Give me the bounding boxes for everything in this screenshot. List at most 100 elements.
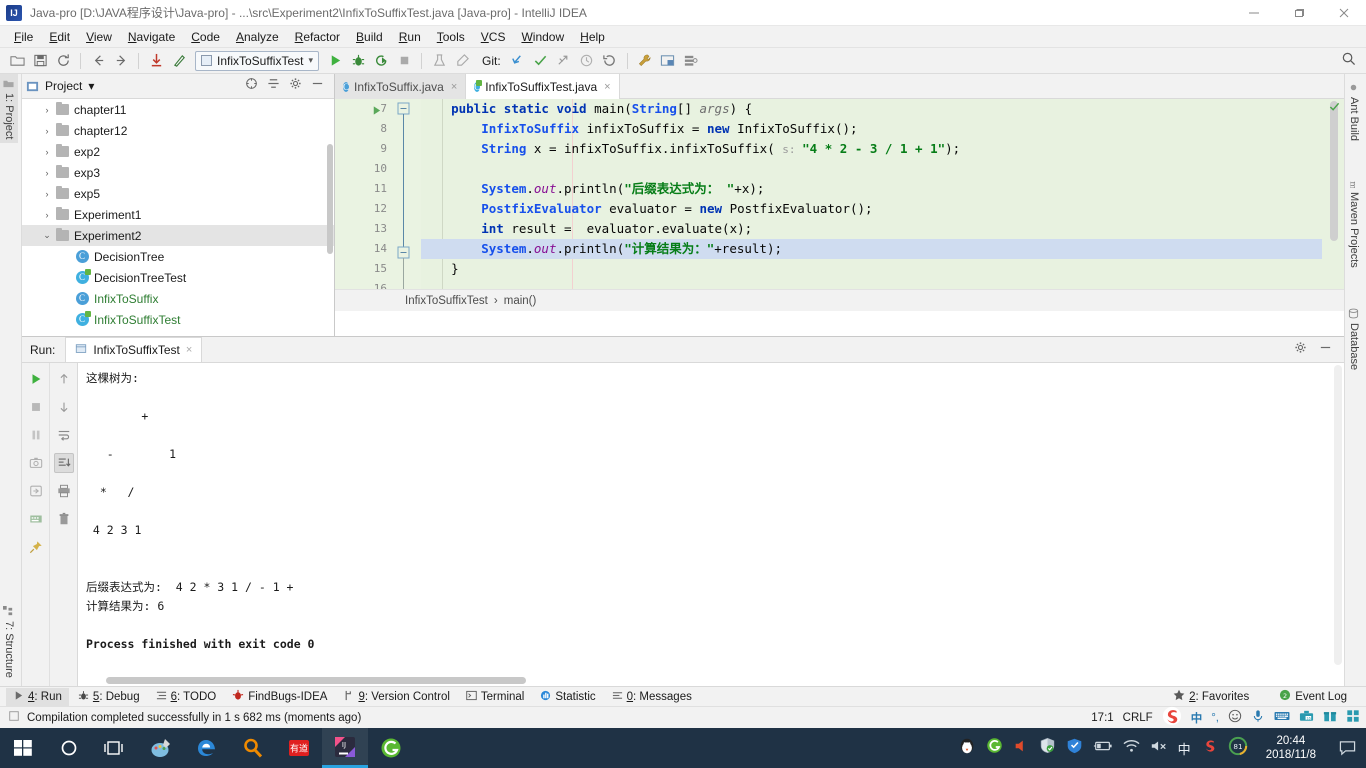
close-icon[interactable]: × <box>451 81 457 93</box>
security-score-icon[interactable]: 81 <box>1228 736 1248 761</box>
profiler-icon[interactable] <box>428 50 450 72</box>
run-coverage-icon[interactable] <box>370 50 392 72</box>
tree-node-experiment1[interactable]: › Experiment1 <box>22 204 334 225</box>
tree-node-decisiontree[interactable]: C DecisionTree <box>22 246 334 267</box>
stop-icon[interactable] <box>393 50 415 72</box>
console-vertical-scrollbar[interactable] <box>1334 365 1342 665</box>
maximize-icon[interactable] <box>1276 0 1321 26</box>
close-icon[interactable]: × <box>604 81 610 93</box>
chevron-right-icon[interactable]: › <box>40 126 54 136</box>
sidebar-item-structure[interactable]: 7: Structure <box>0 602 18 682</box>
run-gutter-icon[interactable] <box>371 103 382 121</box>
apps-icon[interactable] <box>1346 709 1360 726</box>
dump-threads-icon[interactable] <box>26 453 46 473</box>
rerun-icon[interactable] <box>26 369 46 389</box>
sidebar-item-database[interactable]: Database <box>1345 304 1363 374</box>
bottom-tab-terminal[interactable]: Terminal <box>459 688 531 706</box>
shield-blue-icon[interactable] <box>1066 737 1083 759</box>
paint-icon[interactable] <box>138 728 184 768</box>
run-configuration-selector[interactable]: InfixToSuffixTest ▾ <box>195 50 320 71</box>
chevron-right-icon[interactable]: › <box>40 210 54 220</box>
menu-item-window[interactable]: Window <box>513 28 572 46</box>
chevron-right-icon[interactable]: › <box>40 105 54 115</box>
soft-wrap-icon[interactable] <box>54 425 74 445</box>
git-push-icon[interactable] <box>553 50 575 72</box>
code-line[interactable]: InfixToSuffix infixToSuffix = new InfixT… <box>421 119 1322 139</box>
print-icon[interactable] <box>54 481 74 501</box>
toolbox-icon[interactable]: 16 <box>1299 709 1314 726</box>
settings-gear-icon[interactable] <box>289 77 302 95</box>
hide-icon[interactable] <box>311 77 324 95</box>
gift-icon[interactable] <box>1323 709 1337 726</box>
project-structure-icon[interactable] <box>657 50 679 72</box>
compile-icon[interactable] <box>168 50 190 72</box>
tree-node-chapter12[interactable]: › chapter12 <box>22 120 334 141</box>
menu-item-file[interactable]: File <box>6 28 41 46</box>
sdk-manager-icon[interactable] <box>680 50 702 72</box>
start-icon[interactable] <box>0 728 46 768</box>
everything-search-icon[interactable] <box>230 728 276 768</box>
settings-gear-icon[interactable] <box>1294 341 1307 359</box>
wifi-icon[interactable] <box>1123 739 1140 758</box>
task-view-icon[interactable] <box>92 728 138 768</box>
menu-item-analyze[interactable]: Analyze <box>228 28 287 46</box>
menu-item-view[interactable]: View <box>78 28 120 46</box>
pause-icon[interactable] <box>26 425 46 445</box>
sidebar-item-maven-projects[interactable]: m Maven Projects <box>1345 173 1363 272</box>
taskbar-clock[interactable]: 20:44 2018/11/8 <box>1258 734 1324 762</box>
editor-tab-infixtosuffixtest[interactable]: C InfixToSuffixTest.java × <box>466 74 620 99</box>
chinese-mode-icon[interactable]: 中 <box>1191 710 1203 726</box>
menu-item-build[interactable]: Build <box>348 28 391 46</box>
save-all-icon[interactable] <box>29 50 51 72</box>
project-tree[interactable]: › chapter11 › chapter12 › exp2 › exp3 › exp5 › Expe… <box>22 99 334 336</box>
sidebar-item-project[interactable]: 1: Project <box>0 74 18 144</box>
code-line[interactable]: System.out.println("后缀表达式为： "+x); <box>421 179 1322 199</box>
menu-item-tools[interactable]: Tools <box>429 28 473 46</box>
bottom-tab-statistic[interactable]: Statistic <box>533 688 602 706</box>
edge-browser-icon[interactable] <box>184 728 230 768</box>
update-project-icon[interactable] <box>145 50 167 72</box>
open-folder-icon[interactable] <box>6 50 28 72</box>
back-arrow-icon[interactable] <box>87 50 109 72</box>
menu-item-navigate[interactable]: Navigate <box>120 28 183 46</box>
tree-node-exp2[interactable]: › exp2 <box>22 141 334 162</box>
inspection-ok-icon[interactable] <box>1329 101 1340 115</box>
debug-icon[interactable] <box>347 50 369 72</box>
sidebar-item-ant-build[interactable]: Ant Build <box>1345 78 1363 145</box>
code-line[interactable]: int result = evaluator.evaluate(x); <box>421 219 1322 239</box>
editor-fold-column[interactable] <box>391 99 421 311</box>
tree-node-exp5[interactable]: › exp5 <box>22 183 334 204</box>
code-lines[interactable]: public static void main(String[] args) {… <box>421 99 1322 311</box>
caret-position[interactable]: 17:1 <box>1091 712 1113 724</box>
chevron-right-icon[interactable]: › <box>40 147 54 157</box>
bottom-tab-messages[interactable]: 0: Messages <box>605 688 699 706</box>
chevron-right-icon[interactable]: › <box>40 189 54 199</box>
git-commit-icon[interactable] <box>530 50 552 72</box>
breadcrumb[interactable]: InfixToSuffixTest › main() <box>335 289 1344 311</box>
down-arrow-icon[interactable] <box>54 397 74 417</box>
run-icon[interactable] <box>324 50 346 72</box>
bottom-tab-debug[interactable]: 5: Debug <box>71 688 147 706</box>
sync-icon[interactable] <box>52 50 74 72</box>
breadcrumb-method[interactable]: main() <box>504 295 537 307</box>
bottom-tab-todo[interactable]: 6: TODO <box>149 688 224 706</box>
collapse-all-icon[interactable] <box>245 77 258 95</box>
browser-tray-icon[interactable] <box>986 737 1003 759</box>
punctuation-icon[interactable]: °, <box>1211 712 1219 724</box>
menu-item-edit[interactable]: Edit <box>41 28 78 46</box>
git-revert-icon[interactable] <box>599 50 621 72</box>
export-icon[interactable] <box>26 481 46 501</box>
code-line[interactable] <box>421 159 1322 179</box>
qq-icon[interactable] <box>958 737 976 760</box>
trash-icon[interactable] <box>54 509 74 529</box>
project-tree-scrollbar[interactable] <box>327 144 333 254</box>
code-line[interactable]: } <box>421 259 1322 279</box>
mute-icon[interactable] <box>1150 739 1168 758</box>
keyboard-icon[interactable] <box>1274 709 1290 726</box>
forward-arrow-icon[interactable] <box>110 50 132 72</box>
settings-wrench-icon[interactable] <box>634 50 656 72</box>
battery-icon[interactable] <box>1093 739 1113 758</box>
tree-node-exp3[interactable]: › exp3 <box>22 162 334 183</box>
sogou-tray-icon[interactable] <box>1201 737 1218 759</box>
stop-icon[interactable] <box>26 397 46 417</box>
